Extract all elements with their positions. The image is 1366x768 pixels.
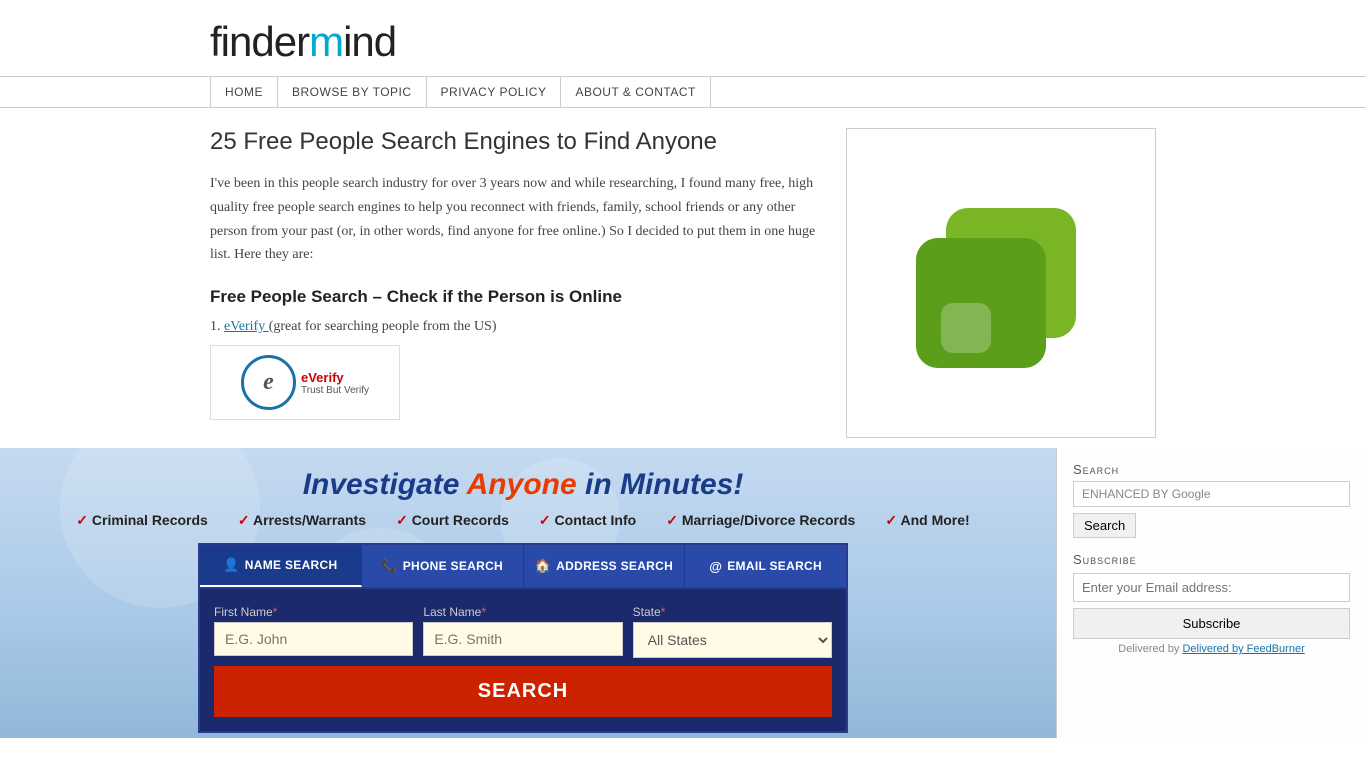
banner-section: Investigate Anyone in Minutes! Criminal … — [0, 448, 1366, 738]
header: findermind — [0, 0, 1366, 76]
check-marriage: Marriage/Divorce Records — [666, 512, 855, 529]
tab-name-search[interactable]: 👤 NAME SEARCH — [200, 545, 362, 587]
gl-shine — [941, 303, 991, 353]
tab-email-search[interactable]: @ EMAIL SEARCH — [685, 545, 846, 587]
subscribe-title: Subscribe — [1073, 552, 1350, 567]
state-label: State* — [633, 605, 832, 619]
nav-privacy[interactable]: PRIVACY POLICY — [427, 77, 562, 107]
phone-icon: 📞 — [381, 558, 398, 574]
person-icon: 👤 — [223, 557, 240, 573]
house-icon: 🏠 — [535, 558, 552, 574]
feedburner-text: Delivered by Delivered by FeedBurner — [1073, 643, 1350, 655]
state-select[interactable]: All States AlabamaAlaskaArizona Californ… — [633, 622, 832, 658]
google-search-bar: ENHANCED BY Google — [1073, 481, 1350, 507]
gl-front-layer — [916, 238, 1046, 368]
sidebar-box — [846, 128, 1156, 438]
article-body: I've been in this people search industry… — [210, 172, 816, 267]
site-logo: findermind — [210, 18, 1336, 66]
email-input[interactable] — [1073, 573, 1350, 602]
subscribe-button[interactable]: Subscribe — [1073, 608, 1350, 639]
people-search-button[interactable]: SEARCH — [214, 666, 832, 717]
search-widget-title: Search — [1073, 462, 1350, 477]
logo-text-after: ind — [343, 18, 396, 65]
state-field-wrap: State* All States AlabamaAlaskaArizona C… — [633, 605, 832, 666]
nav-browse[interactable]: BROWSE BY TOPIC — [278, 77, 427, 107]
list-item: 1. eVerify (great for searching people f… — [210, 319, 816, 335]
everify-circle-logo: e — [241, 355, 296, 410]
tab-address-search[interactable]: 🏠 ADDRESS SEARCH — [524, 545, 686, 587]
people-search-widget: 👤 NAME SEARCH 📞 PHONE SEARCH 🏠 ADDRESS S… — [198, 543, 848, 733]
banner-title: Investigate Anyone in Minutes! — [20, 468, 1026, 502]
ps-fields-row: First Name* Last Name* State* — [214, 605, 832, 666]
main-wrap: 25 Free People Search Engines to Find An… — [0, 108, 1366, 438]
people-search-form: First Name* Last Name* State* — [200, 589, 846, 731]
check-more: And More! — [885, 512, 969, 529]
everify-logo: e eVerify Trust But Verify — [210, 345, 400, 420]
section-title: Free People Search – Check if the Person… — [210, 287, 816, 307]
check-criminal: Criminal Records — [76, 512, 208, 529]
check-court: Court Records — [396, 512, 509, 529]
first-name-input[interactable] — [214, 622, 413, 656]
tab-phone-search[interactable]: 📞 PHONE SEARCH — [362, 545, 524, 587]
content-area: 25 Free People Search Engines to Find An… — [210, 128, 816, 438]
green-logo-image — [896, 178, 1106, 388]
check-arrests: Arrests/Warrants — [238, 512, 366, 529]
first-name-field-wrap: First Name* — [214, 605, 413, 666]
people-search-tabs: 👤 NAME SEARCH 📞 PHONE SEARCH 🏠 ADDRESS S… — [200, 545, 846, 589]
logo-text-before: finder — [210, 18, 309, 65]
search-subscribe-widget: Search ENHANCED BY Google Search Subscri… — [1056, 448, 1366, 738]
article-title: 25 Free People Search Engines to Find An… — [210, 128, 816, 156]
last-name-input[interactable] — [423, 622, 622, 656]
at-icon: @ — [709, 559, 722, 574]
google-search-button[interactable]: Search — [1073, 513, 1136, 538]
feedburner-link[interactable]: Delivered by FeedBurner — [1182, 643, 1304, 655]
sidebar — [846, 128, 1156, 438]
last-name-label: Last Name* — [423, 605, 622, 619]
nav-about[interactable]: ABOUT & CONTACT — [561, 77, 710, 107]
google-enhanced-label: ENHANCED BY Google — [1082, 487, 1211, 501]
nav-home[interactable]: HOME — [210, 77, 278, 107]
everify-link[interactable]: eVerify — [224, 319, 269, 334]
banner-checks: Criminal Records Arrests/Warrants Court … — [20, 512, 1026, 529]
check-contact: Contact Info — [539, 512, 636, 529]
first-name-label: First Name* — [214, 605, 413, 619]
last-name-field-wrap: Last Name* — [423, 605, 622, 666]
main-nav: HOME BROWSE BY TOPIC PRIVACY POLICY ABOU… — [0, 76, 1366, 108]
logo-m: m — [309, 18, 343, 65]
